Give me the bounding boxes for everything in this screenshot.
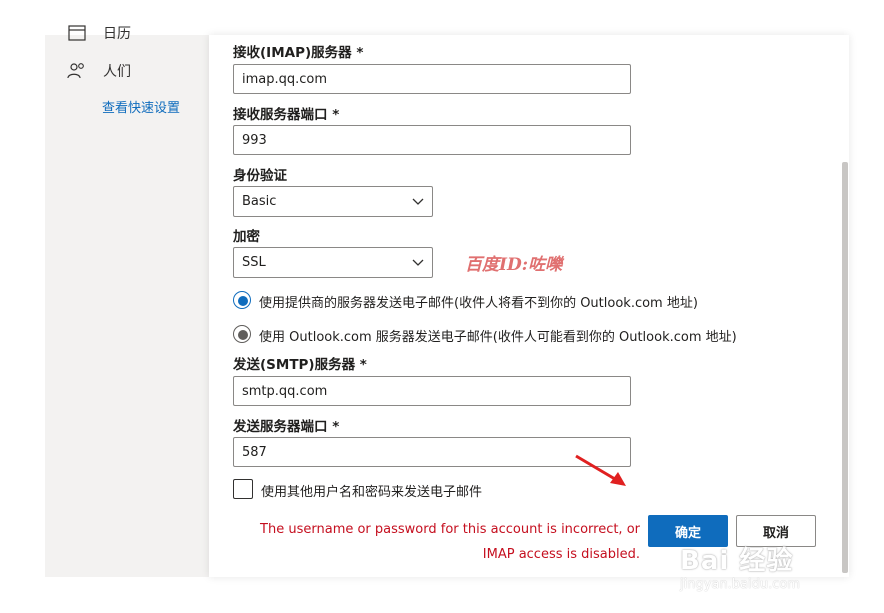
calendar-icon	[68, 25, 86, 41]
watermark-url: jingyan.baidu.com	[680, 577, 800, 592]
error-message: The username or password for this accoun…	[260, 522, 640, 562]
view-quick-settings-link[interactable]: 查看快速设置	[102, 97, 180, 116]
imap-port-label: 接收服务器端口 *	[233, 107, 340, 123]
smtp-port-label: 发送服务器端口 *	[233, 419, 340, 435]
baidu-jingyan-watermark: Bai 经验	[680, 546, 794, 576]
nav-item-label: 人们	[103, 64, 131, 80]
smtp-server-input[interactable]	[233, 376, 631, 406]
encryption-label: 加密	[233, 229, 260, 245]
imap-server-label: 接收(IMAP)服务器 *	[233, 45, 364, 61]
radio-button[interactable]	[233, 325, 251, 343]
imap-port-input[interactable]	[233, 125, 631, 155]
auth-label: 身份验证	[233, 168, 287, 184]
radio-dot	[238, 330, 248, 340]
radio-dot	[238, 296, 248, 306]
auth-dropdown[interactable]: Basic	[233, 186, 433, 217]
auth-selected-value: Basic	[242, 194, 277, 209]
radio-button-selected[interactable]	[233, 291, 251, 309]
nav-item-label: 日历	[103, 26, 131, 42]
left-nav-pane: 日历 人们 查看快速设置	[45, 25, 209, 577]
other-credentials-label: 使用其他用户名和密码来发送电子邮件	[261, 485, 483, 500]
people-icon	[67, 63, 84, 79]
other-credentials-checkbox[interactable]	[233, 479, 253, 499]
radio-label: 使用 Outlook.com 服务器发送电子邮件(收件人可能看到你的 Outlo…	[259, 330, 737, 345]
smtp-server-label: 发送(SMTP)服务器 *	[233, 357, 367, 373]
encryption-selected-value: SSL	[242, 255, 266, 270]
red-arrow-annotation	[575, 454, 626, 486]
chevron-down-icon	[412, 198, 424, 205]
radio-label: 使用提供商的服务器发送电子邮件(收件人将看不到你的 Outlook.com 地址…	[259, 296, 698, 311]
scrollbar-thumb[interactable]	[842, 162, 848, 573]
baidu-id-overlay: 百度ID:咗嚛	[465, 255, 562, 275]
chevron-down-icon	[412, 259, 424, 266]
imap-server-input[interactable]	[233, 64, 631, 94]
encryption-dropdown[interactable]: SSL	[233, 247, 433, 278]
